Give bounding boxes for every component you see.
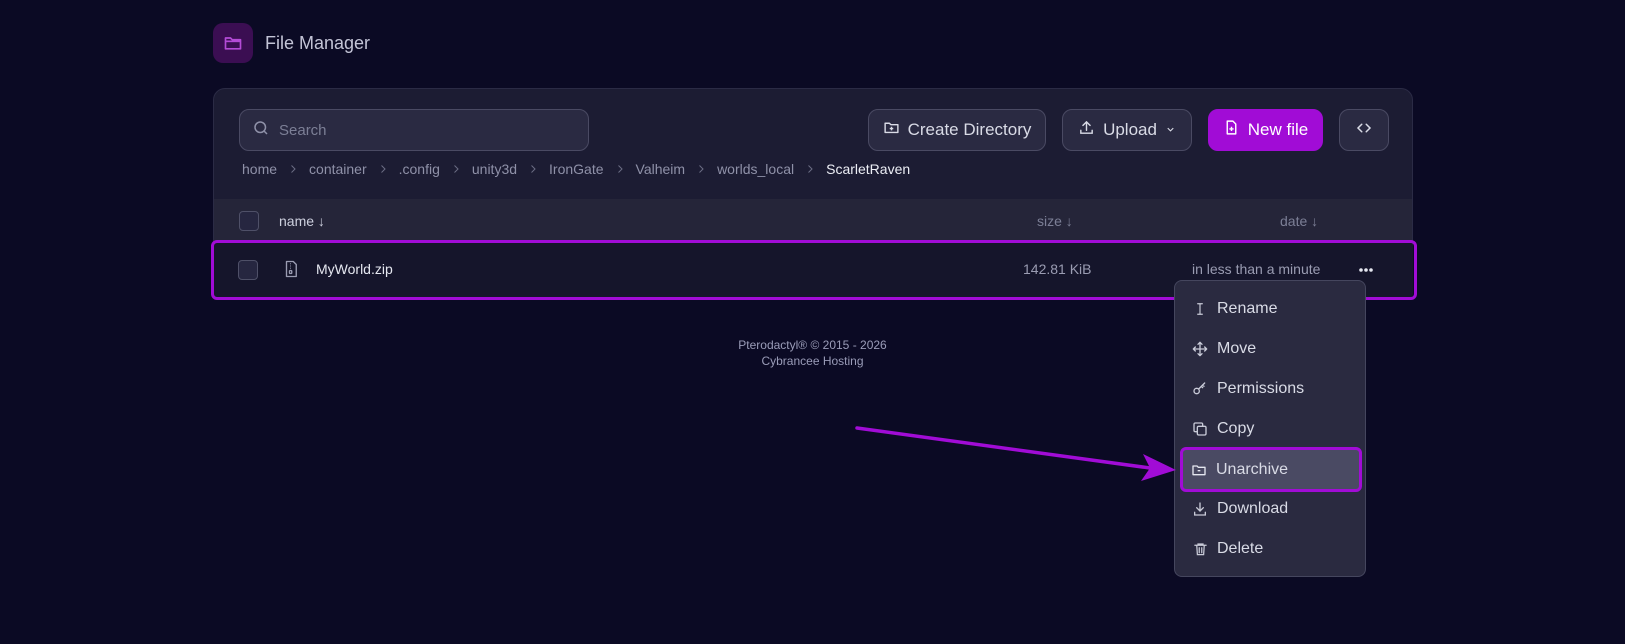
chevron-right-icon [287,162,299,176]
menu-item-permissions[interactable]: Permissions [1181,369,1361,409]
menu-item-label: Download [1217,500,1289,517]
search-box[interactable] [239,109,589,151]
menu-item-copy[interactable]: Copy [1181,409,1361,449]
menu-item-label: Copy [1217,420,1255,437]
copy-icon [1192,421,1208,437]
key-icon [1192,381,1208,397]
upload-label: Upload [1103,120,1157,139]
footer-copyright: Pterodactyl® © 2015 - 2026 [738,338,887,352]
breadcrumb: home container .config unity3d IronGate … [242,161,910,177]
move-icon [1192,341,1208,357]
menu-item-label: Move [1217,340,1257,357]
page-header: File Manager [213,23,370,63]
page-title: File Manager [265,32,371,53]
column-date-header[interactable]: date ↓ [1280,213,1318,229]
upload-icon [1078,119,1095,141]
breadcrumb-worlds-local[interactable]: worlds_local [717,161,794,177]
breadcrumb-config[interactable]: .config [399,161,440,177]
chevron-right-icon [614,162,626,176]
menu-item-download[interactable]: Download [1181,489,1361,529]
breadcrumb-container[interactable]: container [309,161,367,177]
chevron-right-icon [377,162,389,176]
breadcrumb-valheim[interactable]: Valheim [636,161,686,177]
menu-item-label: Delete [1217,540,1264,557]
menu-item-label: Permissions [1217,380,1305,397]
upload-button[interactable]: Upload [1062,109,1192,151]
menu-item-rename[interactable]: Rename [1181,289,1361,329]
footer: Pterodactyl® © 2015 - 2026 Cybrancee Hos… [0,337,1625,369]
code-view-button[interactable] [1339,109,1389,151]
breadcrumb-irongate[interactable]: IronGate [549,161,603,177]
menu-item-label: Unarchive [1216,460,1289,478]
folder-plus-icon [883,119,900,141]
menu-item-unarchive[interactable]: Unarchive [1180,447,1362,492]
menu-item-delete[interactable]: Delete [1181,529,1361,569]
trash-icon [1192,541,1208,557]
breadcrumb-current: ScarletRaven [826,161,911,177]
select-all-checkbox[interactable] [239,211,259,231]
code-icon [1355,119,1373,142]
chevron-right-icon [450,162,462,176]
chevron-right-icon [527,162,539,176]
new-file-label: New file [1247,120,1309,139]
table-header: name ↓ size ↓ date ↓ [214,199,1412,243]
footer-host: Cybrancee Hosting [761,354,864,368]
breadcrumb-unity3d[interactable]: unity3d [472,161,517,177]
column-size-header[interactable]: size ↓ [1037,213,1073,229]
chevron-right-icon [804,162,816,176]
new-file-button[interactable]: New file [1208,109,1323,151]
breadcrumb-home[interactable]: home [242,161,277,177]
chevron-right-icon [695,162,707,176]
search-input[interactable] [279,121,569,139]
folder-open-icon [1191,462,1207,478]
folder-icon [213,23,253,63]
file-plus-icon [1223,119,1240,141]
download-icon [1192,501,1208,517]
column-name-header[interactable]: name ↓ [279,213,325,229]
search-icon [252,119,270,142]
menu-item-label: Rename [1217,300,1278,317]
context-menu: Rename Move Permissions Copy Unarchive D… [1174,280,1366,577]
file-manager-page: File Manager Create Directory Upload [0,0,1625,644]
chevron-down-icon [1165,120,1176,140]
menu-item-move[interactable]: Move [1181,329,1361,369]
text-cursor-icon [1192,301,1208,317]
create-directory-button[interactable]: Create Directory [868,109,1046,151]
create-directory-label: Create Directory [907,120,1032,139]
